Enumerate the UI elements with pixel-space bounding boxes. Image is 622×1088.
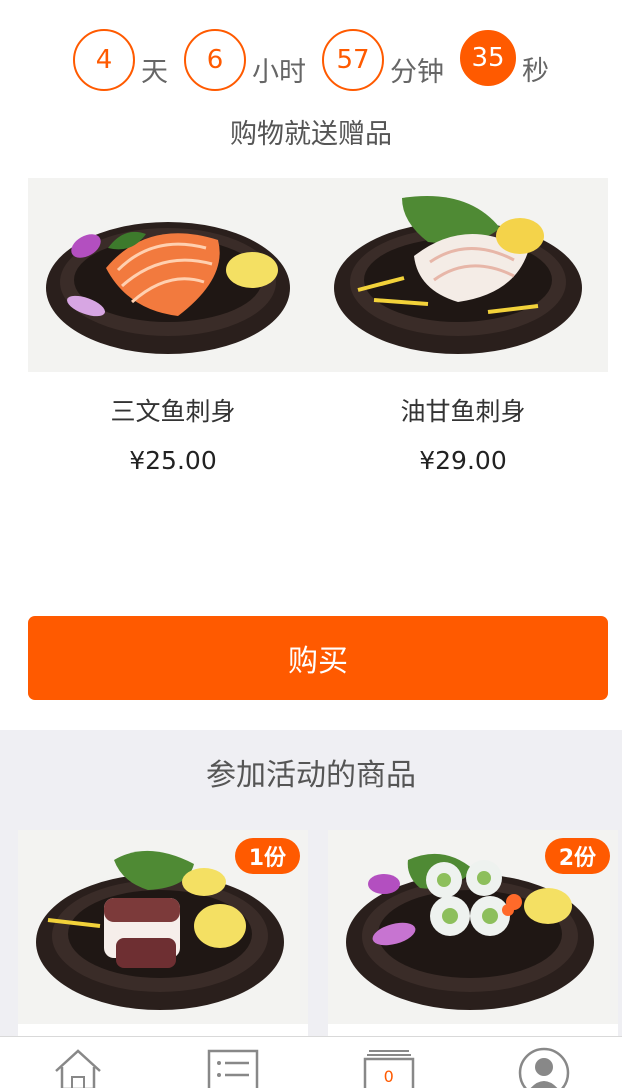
gift-product-list: 三文鱼刺身 ¥25.00 油甘鱼刺身 ¥29.00	[28, 178, 608, 475]
countdown-timer: 4 天 6 小时 57 分钟 35 秒	[0, 28, 622, 92]
quantity-badge: 2份	[544, 838, 610, 874]
list-icon	[207, 1047, 259, 1088]
days-label: 天	[141, 57, 168, 88]
gift-product-price: ¥25.00	[129, 446, 217, 475]
gift-product-card[interactable]: 三文鱼刺身 ¥25.00	[28, 178, 318, 475]
octopus-sashimi-image: 1份	[18, 830, 308, 1024]
tab-cart[interactable]: 0	[311, 1037, 467, 1088]
bottom-tab-bar: 0	[0, 1036, 622, 1088]
gift-product-name: 油甘鱼刺身	[400, 397, 526, 426]
countdown-minutes: 57 分钟	[322, 29, 444, 91]
seconds-label: 秒	[522, 56, 549, 87]
countdown-hours: 6 小时	[184, 29, 306, 91]
gift-product-price: ¥29.00	[419, 446, 507, 475]
minutes-value: 57	[322, 29, 384, 91]
tab-profile[interactable]	[467, 1037, 622, 1088]
cart-icon: 0	[363, 1047, 415, 1088]
user-icon	[518, 1047, 570, 1088]
quantity-badge: 1份	[234, 838, 300, 874]
home-icon	[52, 1047, 104, 1088]
activity-product-card[interactable]: 1份	[18, 830, 308, 1036]
countdown-days: 4 天	[73, 29, 168, 91]
gift-product-card[interactable]: 油甘鱼刺身 ¥29.00	[318, 178, 608, 475]
yellowtail-sashimi-image	[318, 178, 608, 372]
salmon-sashimi-image	[28, 178, 318, 372]
days-value: 4	[73, 29, 135, 91]
activity-product-card[interactable]: 2份	[328, 830, 618, 1036]
sushi-roll-image: 2份	[328, 830, 618, 1024]
gift-section-title: 购物就送赠品	[230, 119, 392, 150]
countdown-seconds: 35 秒	[460, 30, 549, 90]
activity-section: 参加活动的商品 1份 2份	[0, 730, 622, 1050]
tab-home[interactable]	[0, 1037, 156, 1088]
activity-section-title: 参加活动的商品	[206, 758, 416, 793]
tab-list[interactable]	[156, 1037, 312, 1088]
gift-product-name: 三文鱼刺身	[110, 397, 236, 426]
cart-count: 0	[383, 1067, 394, 1086]
hours-value: 6	[184, 29, 246, 91]
buy-button[interactable]: 购买	[28, 616, 608, 700]
minutes-label: 分钟	[390, 57, 444, 88]
hours-label: 小时	[252, 57, 306, 88]
seconds-value: 35	[460, 30, 516, 86]
